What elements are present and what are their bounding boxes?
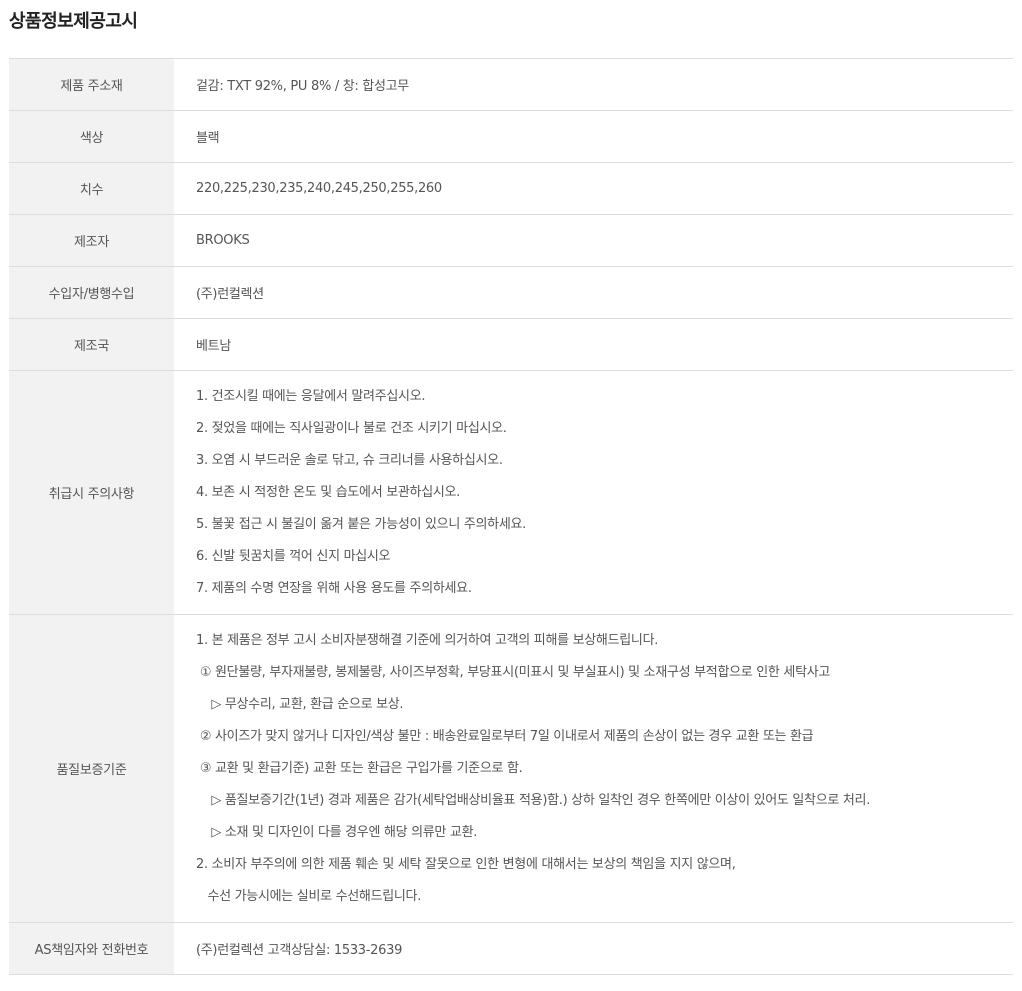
care-line: 6. 신발 뒷꿈치를 꺽어 신지 마십시오 xyxy=(196,548,391,564)
row-value-size: 220,225,230,235,240,245,250,255,260 xyxy=(196,181,442,196)
row-value-country: 베트남 xyxy=(196,339,231,354)
row-value-quality: 1. 본 제품은 정부 고시 소비자분쟁해결 기준에 의거하여 고객의 피해를 … xyxy=(174,615,1013,923)
row-value-as: (주)런컬렉션 고객상담실: 1533-2639 xyxy=(196,943,403,958)
row-label-as: AS책임자와 전화번호 xyxy=(9,922,174,975)
table-row-size: 치수 220,225,230,235,240,245,250,255,260 xyxy=(9,162,1013,215)
product-info-table: 제품 주소재 겉감: TXT 92%, PU 8% / 창: 합성고무 색상 블… xyxy=(9,58,1013,975)
product-info-page: 상품정보제공고시 제품 주소재 겉감: TXT 92%, PU 8% / 창: … xyxy=(0,0,1022,991)
table-row-color: 색상 블랙 xyxy=(9,110,1013,163)
table-row-maker: 제조자 BROOKS xyxy=(9,214,1013,267)
quality-line: ▷ 무상수리, 교환, 환급 순으로 보상. xyxy=(196,696,404,712)
table-row-as: AS책임자와 전화번호 (주)런컬렉션 고객상담실: 1533-2639 xyxy=(9,922,1013,975)
quality-line: ▷ 소재 및 디자인이 다를 경우엔 해당 의류만 교환. xyxy=(196,824,478,840)
row-label-importer: 수입자/병행수입 xyxy=(9,266,174,319)
quality-line: ② 사이즈가 맞지 않거나 디자인/색상 불만 : 배송완료일로부터 7일 이내… xyxy=(196,728,814,744)
row-value-care: 1. 건조시킬 때에는 응달에서 말려주십시오. 2. 젖었을 때에는 직사일광… xyxy=(174,371,1013,615)
row-label-care: 취급시 주의사항 xyxy=(9,370,174,615)
row-label-material: 제품 주소재 xyxy=(9,58,174,111)
row-value-material: 겉감: TXT 92%, PU 8% / 창: 합성고무 xyxy=(196,79,409,94)
care-line: 3. 오염 시 부드러운 솔로 닦고, 슈 크리너를 사용하십시오. xyxy=(196,452,503,468)
row-label-maker: 제조자 xyxy=(9,214,174,267)
row-value-color: 블랙 xyxy=(196,131,220,146)
row-value-maker: BROOKS xyxy=(196,233,250,248)
care-line: 1. 건조시킬 때에는 응달에서 말려주십시오. xyxy=(196,388,426,404)
quality-line: ① 원단불량, 부자재불량, 봉제불량, 사이즈부정확, 부당표시(미표시 및 … xyxy=(196,664,831,680)
quality-line: 수선 가능시에는 실비로 수선해드립니다. xyxy=(196,888,422,904)
table-row-care: 취급시 주의사항 1. 건조시킬 때에는 응달에서 말려주십시오. 2. 젖었을… xyxy=(9,370,1013,615)
row-label-country: 제조국 xyxy=(9,318,174,371)
row-label-quality: 품질보증기준 xyxy=(9,614,174,923)
care-line: 5. 불꽃 접근 시 불길이 옮겨 붙은 가능성이 있으니 주의하세요. xyxy=(196,516,526,532)
quality-line: 1. 본 제품은 정부 고시 소비자분쟁해결 기준에 의거하여 고객의 피해를 … xyxy=(196,632,659,648)
quality-line: 2. 소비자 부주의에 의한 제품 훼손 및 세탁 잘못으로 인한 변형에 대해… xyxy=(196,856,736,872)
table-row-quality: 품질보증기준 1. 본 제품은 정부 고시 소비자분쟁해결 기준에 의거하여 고… xyxy=(9,614,1013,923)
table-row-material: 제품 주소재 겉감: TXT 92%, PU 8% / 창: 합성고무 xyxy=(9,58,1013,111)
quality-line: ③ 교환 및 환급기준) 교환 또는 환급은 구입가를 기준으로 함. xyxy=(196,760,523,776)
table-row-importer: 수입자/병행수입 (주)런컬렉션 xyxy=(9,266,1013,319)
row-label-size: 치수 xyxy=(9,162,174,215)
page-title: 상품정보제공고시 xyxy=(9,11,138,32)
care-line: 4. 보존 시 적정한 온도 및 습도에서 보관하십시오. xyxy=(196,484,461,500)
table-row-country: 제조국 베트남 xyxy=(9,318,1013,371)
care-line: 7. 제품의 수명 연장을 위해 사용 용도를 주의하세요. xyxy=(196,580,472,596)
row-label-color: 색상 xyxy=(9,110,174,163)
care-line: 2. 젖었을 때에는 직사일광이나 불로 건조 시키기 마십시오. xyxy=(196,420,507,436)
row-value-importer: (주)런컬렉션 xyxy=(196,287,264,302)
quality-line: ▷ 품질보증기간(1년) 경과 제품은 감가(세탁업배상비율표 적용)함.) 상… xyxy=(196,792,871,808)
